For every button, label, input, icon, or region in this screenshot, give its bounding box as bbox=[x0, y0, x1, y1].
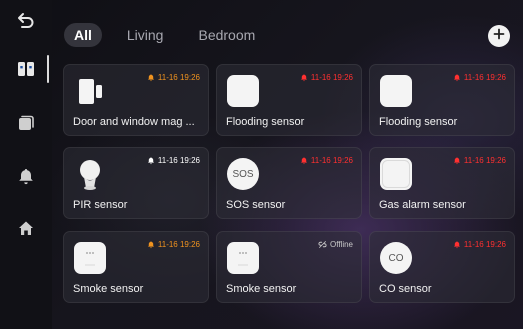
bell-icon bbox=[147, 156, 155, 165]
door-window-sensor-icon bbox=[73, 74, 107, 108]
bell-icon bbox=[453, 73, 461, 82]
device-name: Gas alarm sensor bbox=[379, 199, 466, 211]
device-card[interactable]: SOS 11-16 19:26 SOS sensor bbox=[216, 147, 362, 219]
gas-alarm-icon bbox=[379, 157, 413, 191]
back-arrow-icon bbox=[16, 10, 36, 30]
co-label: CO bbox=[388, 252, 404, 264]
status-indicator: 11-16 19:26 bbox=[453, 156, 506, 165]
pir-sensor-icon bbox=[73, 157, 107, 191]
device-name: PIR sensor bbox=[73, 199, 128, 211]
device-card[interactable]: 11-16 19:26 Door and window mag ... bbox=[63, 64, 209, 136]
bell-icon bbox=[300, 73, 308, 82]
nav-alarms[interactable] bbox=[0, 159, 52, 193]
flooding-sensor-icon bbox=[226, 74, 260, 108]
status-indicator: 11-16 19:26 bbox=[300, 73, 353, 82]
status-text: 11-16 19:26 bbox=[463, 156, 506, 165]
device-name: Flooding sensor bbox=[379, 116, 458, 128]
device-name: SOS sensor bbox=[226, 199, 286, 211]
status-text: 11-16 19:26 bbox=[310, 156, 353, 165]
co-sensor-icon: CO bbox=[379, 241, 413, 275]
device-card[interactable]: 11-16 19:26 Gas alarm sensor bbox=[369, 147, 515, 219]
smoke-sensor-icon bbox=[226, 241, 260, 275]
status-text: 11-16 19:26 bbox=[157, 73, 200, 82]
back-button[interactable] bbox=[0, 3, 52, 37]
status-indicator: 11-16 19:26 bbox=[147, 156, 200, 165]
bell-icon bbox=[147, 73, 155, 82]
sos-label: SOS bbox=[232, 168, 254, 180]
nav-home[interactable] bbox=[0, 211, 52, 245]
device-card[interactable]: 11-16 19:26 Smoke sensor bbox=[63, 231, 209, 303]
device-name: CO sensor bbox=[379, 283, 432, 295]
status-indicator: 11-16 19:26 bbox=[453, 73, 506, 82]
status-indicator: 11-16 19:26 bbox=[300, 156, 353, 165]
status-text: Offline bbox=[330, 240, 353, 249]
bell-icon bbox=[300, 156, 308, 165]
nav-devices[interactable] bbox=[0, 52, 52, 86]
status-text: 11-16 19:26 bbox=[157, 156, 200, 165]
room-tabs: All Living Bedroom bbox=[64, 22, 280, 48]
status-text: 11-16 19:26 bbox=[463, 240, 506, 249]
add-device-button[interactable] bbox=[488, 25, 510, 47]
bell-icon bbox=[453, 156, 461, 165]
smoke-sensor-icon bbox=[73, 241, 107, 275]
bell-icon bbox=[17, 167, 35, 185]
status-indicator: 11-16 19:26 bbox=[147, 240, 200, 249]
tab-living[interactable]: Living bbox=[117, 23, 174, 47]
bell-icon bbox=[147, 240, 155, 249]
device-card[interactable]: Offline Smoke sensor bbox=[216, 231, 362, 303]
device-card[interactable]: 11-16 19:26 Flooding sensor bbox=[216, 64, 362, 136]
tab-all[interactable]: All bbox=[64, 23, 102, 47]
status-indicator: Offline bbox=[318, 240, 353, 249]
status-text: 11-16 19:26 bbox=[463, 73, 506, 82]
status-indicator: 11-16 19:26 bbox=[453, 240, 506, 249]
sidebar bbox=[0, 0, 52, 329]
device-card[interactable]: CO 11-16 19:26 CO sensor bbox=[369, 231, 515, 303]
sos-button-icon: SOS bbox=[226, 157, 260, 191]
device-card[interactable]: 11-16 19:26 Flooding sensor bbox=[369, 64, 515, 136]
devices-icon bbox=[17, 61, 35, 77]
active-indicator bbox=[47, 55, 49, 83]
offline-link-icon bbox=[318, 240, 327, 249]
app-screen: All Living Bedroom 11-16 19:26 Door and w… bbox=[0, 0, 523, 329]
tab-bedroom[interactable]: Bedroom bbox=[188, 23, 265, 47]
status-indicator: 11-16 19:26 bbox=[147, 73, 200, 82]
status-text: 11-16 19:26 bbox=[157, 240, 200, 249]
device-name: Flooding sensor bbox=[226, 116, 305, 128]
device-card[interactable]: 11-16 19:26 PIR sensor bbox=[63, 147, 209, 219]
device-name: Smoke sensor bbox=[226, 283, 297, 295]
bell-icon bbox=[453, 240, 461, 249]
status-text: 11-16 19:26 bbox=[310, 73, 353, 82]
home-icon bbox=[18, 220, 34, 236]
nav-scenes[interactable] bbox=[0, 106, 52, 140]
device-name: Smoke sensor bbox=[73, 283, 144, 295]
plus-icon bbox=[493, 27, 505, 45]
device-name: Door and window mag ... bbox=[73, 116, 195, 128]
flooding-sensor-icon bbox=[379, 74, 413, 108]
stacked-cards-icon bbox=[18, 115, 34, 131]
